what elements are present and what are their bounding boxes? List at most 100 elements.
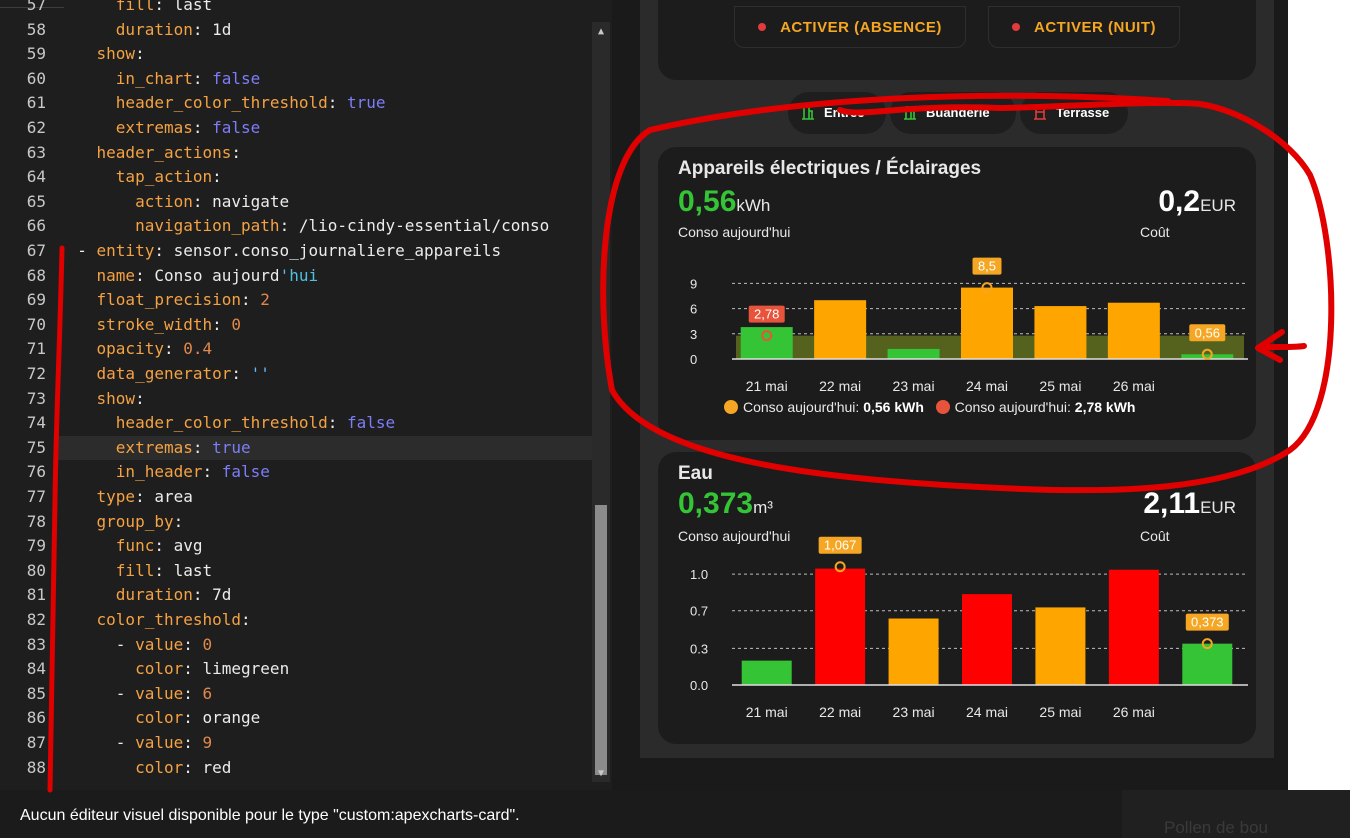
code-line[interactable]: - value: 0 xyxy=(58,633,592,658)
line-number: 74 xyxy=(26,413,46,433)
line-number: 77 xyxy=(26,487,46,506)
room-chip-terrasse[interactable]: Terrasse xyxy=(1020,92,1128,134)
building-icon xyxy=(904,106,916,120)
room-chip-buanderie[interactable]: Buanderie xyxy=(890,92,1016,134)
line-number: 72 xyxy=(26,364,46,383)
data-label: 0,56 xyxy=(1195,325,1220,340)
scrollbar-thumb[interactable] xyxy=(595,505,607,775)
room-chip-entree[interactable]: Entree xyxy=(788,92,886,134)
background-card-text: Pollen de bou xyxy=(1122,790,1350,838)
code-line[interactable]: - entity: sensor.conso_journaliere_appar… xyxy=(58,239,592,264)
room-chip-label: Buanderie xyxy=(926,105,990,120)
x-tick-label: 21 mai xyxy=(746,378,788,394)
y-tick-label: 0.3 xyxy=(690,641,708,656)
y-tick-label: 0.7 xyxy=(690,604,708,619)
line-number: 82 xyxy=(26,610,46,629)
code-line[interactable]: extremas: false xyxy=(58,116,592,141)
line-number: 81 xyxy=(26,585,46,605)
code-line[interactable]: opacity: 0.4 xyxy=(58,337,592,362)
code-line[interactable]: type: area xyxy=(58,485,592,510)
line-number: 79 xyxy=(26,536,46,556)
code-line[interactable]: header_color_threshold: false xyxy=(58,411,592,436)
chart-legend: Conso aujourd'hui: 0,56 kWh Conso aujour… xyxy=(724,399,1135,415)
x-tick-label: 25 mai xyxy=(1039,378,1081,394)
bar xyxy=(962,594,1012,685)
code-line[interactable]: stroke_width: 0 xyxy=(58,313,592,338)
line-number: 88 xyxy=(26,757,46,777)
code-area[interactable]: fill: last duration: 1d show: in_chart: … xyxy=(58,0,592,790)
code-line[interactable]: - value: 6 xyxy=(58,682,592,707)
code-line[interactable]: float_precision: 2 xyxy=(58,288,592,313)
bar xyxy=(814,300,867,359)
line-number-gutter: 57 58 59 60 61 62 63 64 65 66 67 68 69 70 71 72 73 74 75 76… xyxy=(0,0,52,790)
code-line[interactable]: show: xyxy=(58,42,592,67)
code-line[interactable]: color_threshold: xyxy=(58,608,592,633)
activate-absence-label: ACTIVER (ABSENCE) xyxy=(780,19,942,36)
code-line[interactable]: group_by: xyxy=(58,510,592,535)
room-chip-label: Terrasse xyxy=(1056,105,1110,120)
legend-value: 0,56 kWh xyxy=(863,399,924,415)
footer-message-text: Aucun éditeur visuel disponible pour le … xyxy=(20,807,520,824)
x-tick-label: 23 mai xyxy=(893,378,935,394)
activate-night-button[interactable]: ACTIVER (NUIT) xyxy=(988,6,1180,48)
line-number: 86 xyxy=(26,708,46,728)
line-number: 67 xyxy=(26,241,46,260)
line-number: 75 xyxy=(26,437,46,457)
y-tick-label: 1.0 xyxy=(690,567,708,582)
code-line[interactable]: - value: 9 xyxy=(58,731,592,756)
line-number: 76 xyxy=(26,462,46,482)
code-line[interactable]: in_header: false xyxy=(58,460,592,485)
scroll-up-arrow-icon[interactable]: ▲ xyxy=(592,22,610,42)
editor-scrollbar[interactable] xyxy=(592,22,610,782)
bar xyxy=(1035,607,1086,685)
y-tick-label: 3 xyxy=(690,327,697,342)
bar xyxy=(1182,643,1233,685)
code-line[interactable]: extremas: true xyxy=(58,435,592,461)
code-line[interactable]: header_color_threshold: true xyxy=(58,91,592,116)
code-line[interactable]: header_actions: xyxy=(58,141,592,166)
code-line[interactable]: tap_action: xyxy=(58,165,592,190)
yaml-editor[interactable]: 57 58 59 60 61 62 63 64 65 66 67 68 69 70 71 72 73 74 75 76… xyxy=(0,0,612,790)
code-line[interactable]: color: orange xyxy=(58,706,592,731)
code-line[interactable]: name: Conso aujourd'hui xyxy=(58,264,592,289)
no-visual-editor-message: Aucun éditeur visuel disponible pour le … xyxy=(0,790,1122,838)
code-line[interactable]: in_chart: false xyxy=(58,67,592,92)
line-number: 69 xyxy=(26,290,46,310)
code-line[interactable]: navigation_path: /lio-cindy-essential/co… xyxy=(58,214,592,239)
code-line[interactable]: color: red xyxy=(58,756,592,781)
code-line[interactable]: duration: 1d xyxy=(58,18,592,43)
legend-dot-icon xyxy=(935,400,950,414)
data-label: 1,067 xyxy=(824,538,857,553)
code-line[interactable]: fill: last xyxy=(58,559,592,584)
water-bar-chart[interactable]: 0.0 0.3 0.7 1.0 21 mai 22 mai 23 mai 24 mai 25 m… xyxy=(658,452,1256,732)
water-consumption-card[interactable]: Eau 0,373m³ Conso aujourd'hui 2,11EUR Co… xyxy=(658,452,1256,744)
code-line[interactable]: data_generator: '' xyxy=(58,362,592,387)
legend-text: Conso aujourd'hui: xyxy=(954,399,1075,415)
activate-absence-button[interactable]: ACTIVER (ABSENCE) xyxy=(734,6,966,48)
data-label: 0,373 xyxy=(1191,615,1224,630)
line-number: 58 xyxy=(26,19,46,39)
code-line[interactable]: color: limegreen xyxy=(58,657,592,682)
code-line[interactable]: func: avg xyxy=(58,534,592,559)
y-tick-label: 0 xyxy=(690,352,697,367)
line-number: 57 xyxy=(26,0,46,14)
x-tick-label: 21 mai xyxy=(746,704,788,720)
line-number: 80 xyxy=(26,560,46,580)
bar xyxy=(1107,302,1160,359)
bar xyxy=(741,660,792,685)
y-tick-label: 9 xyxy=(690,276,697,291)
elec-bar-chart[interactable]: 0 3 6 9 21 mai 22 mai 23 mai 24 mai 25 mai 26 mai… xyxy=(658,147,1256,397)
code-line[interactable]: action: navigate xyxy=(58,190,592,215)
code-line[interactable]: duration: 7d xyxy=(58,583,592,608)
code-line[interactable]: show: xyxy=(58,387,592,412)
scroll-down-arrow-icon[interactable]: ▼ xyxy=(592,764,610,784)
code-line[interactable]: fill: last xyxy=(58,0,592,18)
elec-consumption-card[interactable]: Appareils électriques / Éclairages 0,56k… xyxy=(658,147,1256,440)
activate-night-label: ACTIVER (NUIT) xyxy=(1034,19,1156,36)
bar xyxy=(887,348,940,359)
line-number: 85 xyxy=(26,683,46,703)
data-label: 2,78 xyxy=(754,307,779,322)
line-number: 87 xyxy=(26,733,46,752)
line-number: 78 xyxy=(26,511,46,531)
x-tick-label: 26 mai xyxy=(1113,704,1155,720)
